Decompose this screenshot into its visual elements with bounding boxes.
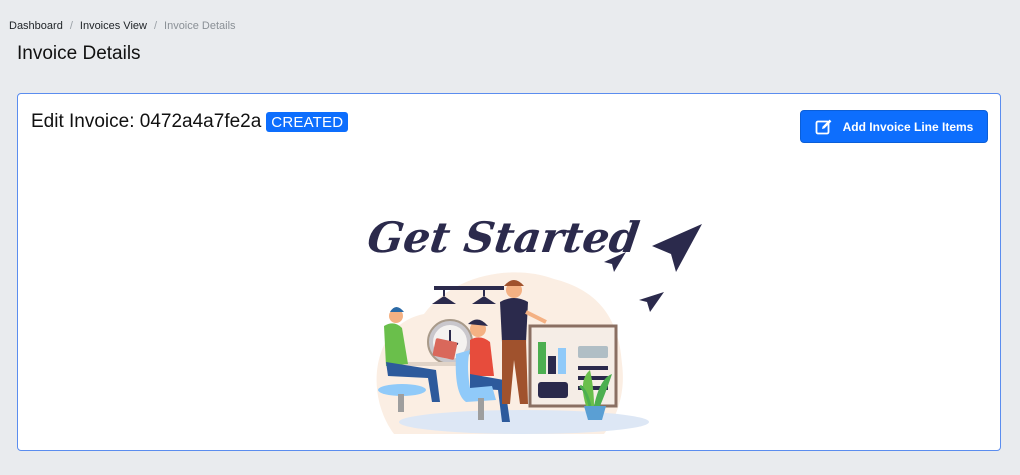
page-title: Invoice Details [17, 43, 141, 64]
breadcrumb-invoice-details: Invoice Details [164, 20, 236, 32]
floor-shadow [399, 410, 649, 434]
add-button-label: Add Invoice Line Items [842, 119, 974, 134]
invoice-id: 0472a4a7fe2a [139, 111, 262, 132]
card-title-prefix: Edit Invoice: [31, 111, 140, 132]
breadcrumb-dashboard[interactable]: Dashboard [9, 20, 63, 32]
get-started-illustration: Get Started [364, 212, 702, 434]
breadcrumb-separator: / [153, 20, 158, 32]
breadcrumb: Dashboard / Invoices View / Invoice Deta… [9, 20, 236, 32]
edit-icon [815, 118, 833, 136]
breadcrumb-separator: / [69, 20, 73, 32]
illustration-heading: Get Started [364, 212, 642, 262]
card-title: Edit Invoice: 0472a4a7fe2a CREATED [31, 111, 349, 133]
add-invoice-line-items-button[interactable]: Add Invoice Line Items [800, 110, 988, 143]
invoice-card: Edit Invoice: 0472a4a7fe2a CREATED Add I… [17, 93, 1001, 451]
breadcrumb-invoices-view[interactable]: Invoices View [80, 20, 147, 32]
status-badge: CREATED [266, 112, 349, 132]
